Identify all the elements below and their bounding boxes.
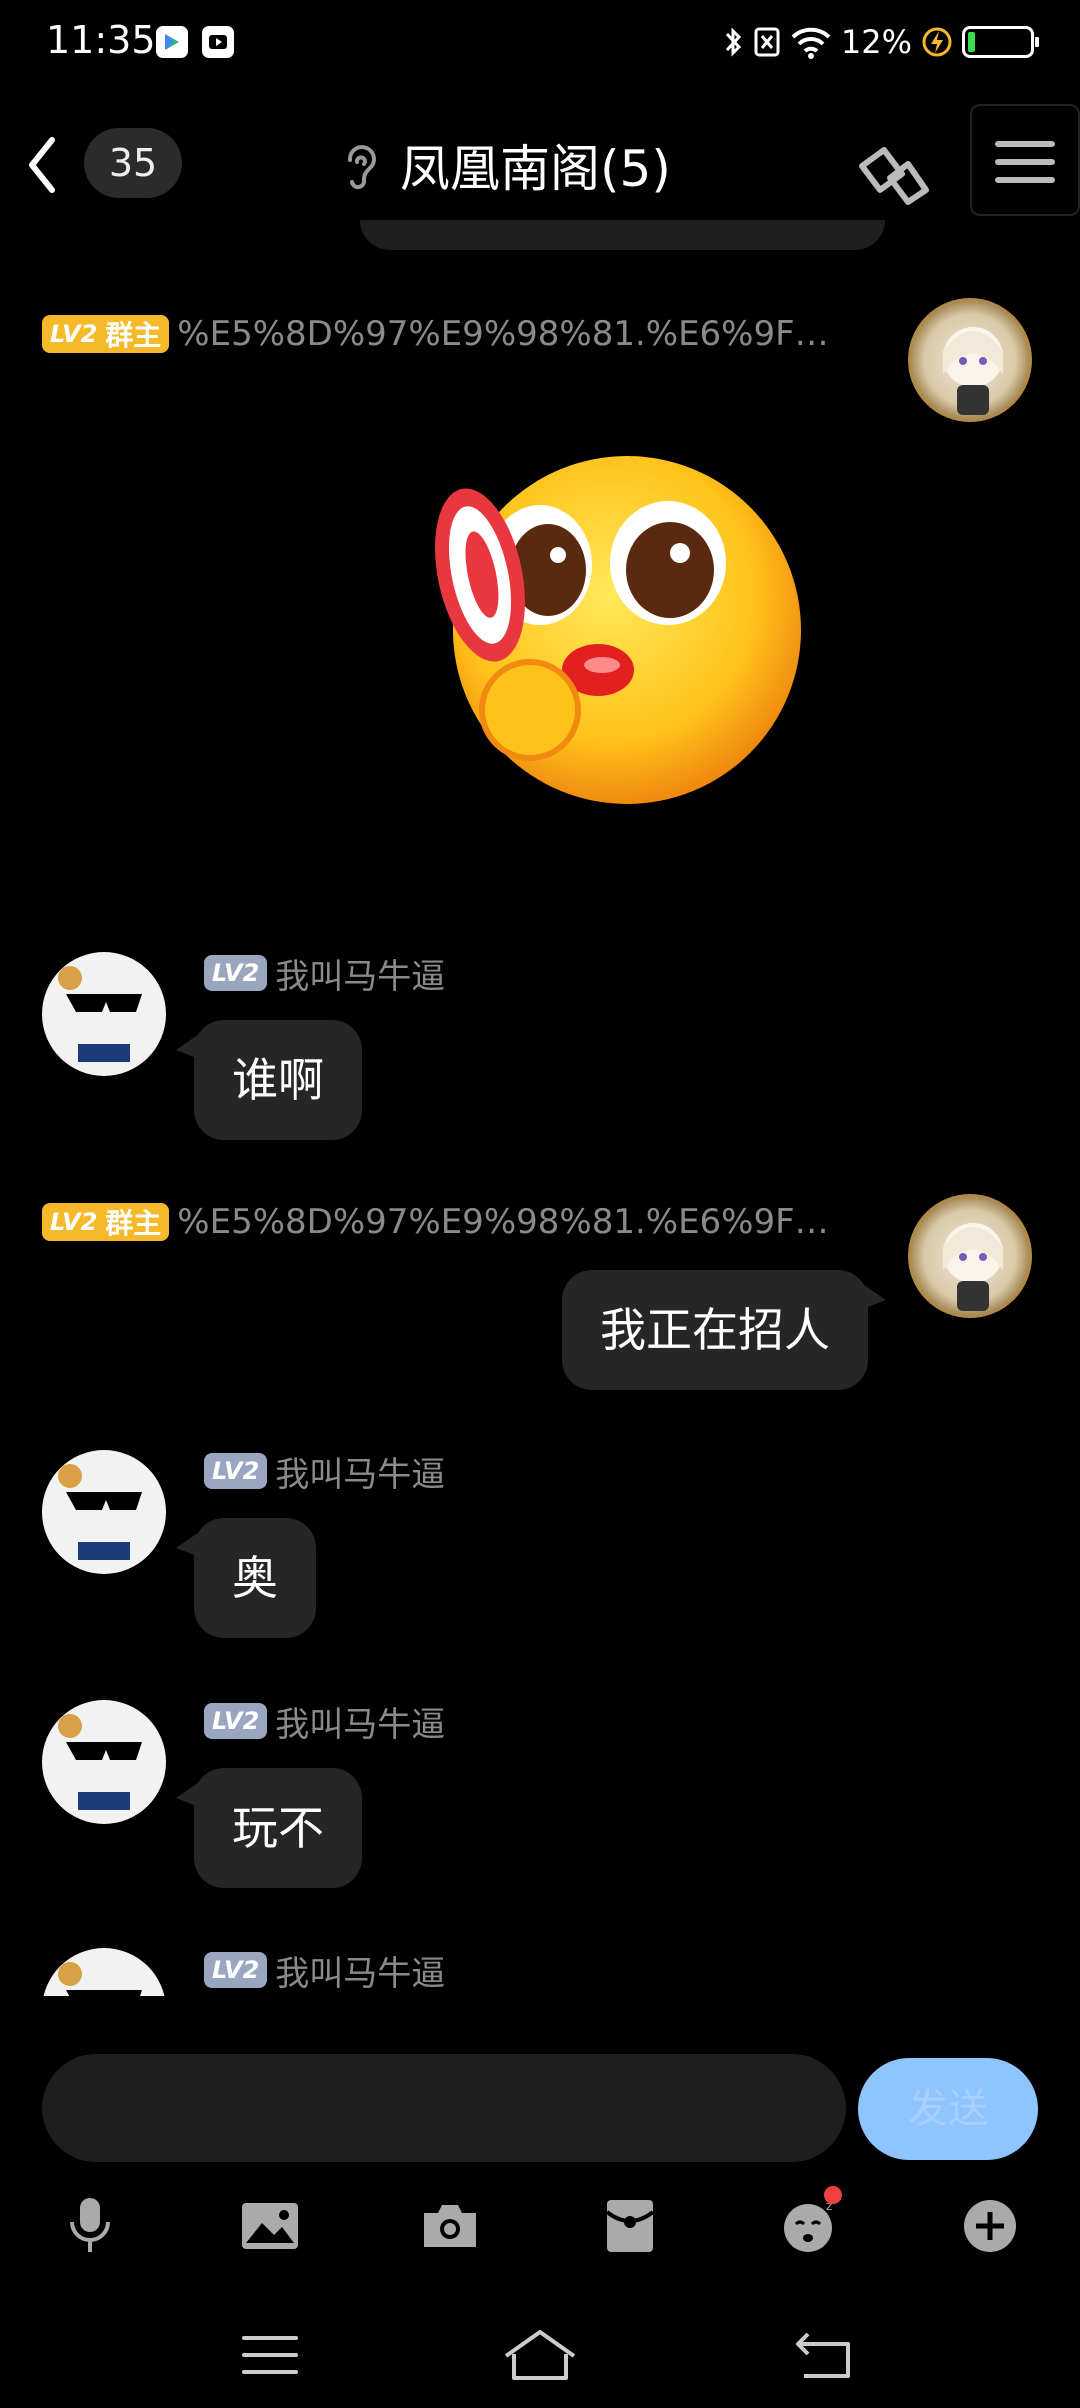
level-badge: LV2	[204, 955, 268, 991]
home-icon[interactable]	[500, 2320, 580, 2390]
unread-count-badge[interactable]: 35	[84, 128, 182, 198]
lollipop-emoji-icon	[435, 456, 801, 804]
status-bar: 11:35 12%	[0, 0, 1080, 90]
send-button[interactable]: 发送	[858, 2058, 1038, 2160]
sender-name: 我叫马牛逼	[275, 1454, 446, 1495]
ear-icon	[347, 145, 376, 190]
message-sender-line: LV2 群主 %E5%8D%97%E9%98%81.%E6%9F…	[42, 314, 829, 354]
message-bubble[interactable]: 玩不	[176, 1768, 362, 1888]
menu-button[interactable]	[970, 104, 1080, 216]
plus-icon	[964, 2200, 1016, 2252]
play-store-icon	[156, 26, 188, 58]
camera-button[interactable]	[410, 2186, 490, 2266]
avatar[interactable]	[908, 298, 1032, 422]
sticker-icon: z	[784, 2199, 832, 2252]
previous-message-bubble	[360, 220, 885, 250]
chat-header: 35 凤凰南阁(5)	[0, 90, 1080, 230]
avatar[interactable]	[42, 1700, 166, 1824]
bluetooth-icon	[725, 27, 741, 57]
input-toolbar: z	[0, 2186, 1080, 2266]
avatar[interactable]	[42, 1948, 166, 1996]
mic-icon	[70, 2198, 110, 2252]
owner-badge: LV2 群主	[42, 1203, 170, 1241]
sender-name: 我叫马牛逼	[275, 956, 446, 997]
message-sender-line: LV2 我叫马牛逼	[204, 1950, 445, 1994]
page-title: 凤凰南阁(5)	[400, 140, 671, 198]
level-badge: LV2	[204, 1453, 268, 1489]
chat-title-area[interactable]: 凤凰南阁(5)	[340, 130, 671, 200]
group-link-button[interactable]	[840, 118, 950, 228]
sender-name: %E5%8D%97%E9%98%81.%E6%9F…	[177, 1202, 829, 1242]
sender-name: 我叫马牛逼	[275, 1953, 446, 1994]
camera-icon	[424, 2205, 476, 2247]
video-app-icon	[202, 26, 234, 58]
system-navigation-bar	[0, 2300, 1080, 2408]
message-sender-line: LV2 我叫马牛逼	[204, 1701, 445, 1745]
red-packet-icon	[605, 2200, 655, 2252]
status-right: 12%	[723, 20, 1039, 64]
back-arrow-icon[interactable]	[18, 130, 68, 200]
image-icon	[242, 2203, 298, 2249]
battery-percent: 12%	[840, 23, 912, 61]
avatar[interactable]	[908, 1194, 1032, 1318]
level-badge: LV2	[204, 1952, 268, 1988]
avatar-clip	[42, 1948, 166, 1996]
message-sender-line: LV2 我叫马牛逼	[204, 953, 445, 997]
charging-icon	[922, 27, 952, 57]
image-button[interactable]	[230, 2186, 310, 2266]
wifi-icon	[791, 27, 831, 59]
sticker-message[interactable]	[430, 445, 810, 815]
battery-icon	[962, 26, 1039, 58]
message-bubble[interactable]: 奥	[176, 1518, 316, 1638]
message-bubble[interactable]: 我正在招人	[562, 1270, 886, 1390]
voice-button[interactable]	[50, 2186, 130, 2266]
sender-name: %E5%8D%97%E9%98%81.%E6%9F…	[177, 314, 829, 354]
message-sender-line: LV2 群主 %E5%8D%97%E9%98%81.%E6%9F…	[42, 1202, 829, 1242]
red-packet-button[interactable]	[590, 2186, 670, 2266]
sender-name: 我叫马牛逼	[275, 1704, 446, 1745]
menu-icon	[995, 141, 1055, 183]
battery-saver-icon	[754, 27, 780, 57]
link-ticket-icon	[859, 147, 929, 205]
menu-icon[interactable]	[230, 2320, 310, 2390]
more-button[interactable]	[950, 2186, 1030, 2266]
avatar[interactable]	[42, 1450, 166, 1574]
back-icon[interactable]	[784, 2320, 864, 2390]
level-badge: LV2	[204, 1703, 268, 1739]
message-input[interactable]	[42, 2054, 846, 2162]
message-sender-line: LV2 我叫马牛逼	[204, 1451, 445, 1495]
status-time: 11:35	[46, 18, 156, 62]
message-bubble[interactable]: 谁啊	[176, 1020, 362, 1140]
avatar[interactable]	[42, 952, 166, 1076]
owner-badge: LV2 群主	[42, 315, 170, 353]
sticker-button[interactable]: z	[770, 2186, 850, 2266]
notification-dot	[824, 2186, 842, 2204]
